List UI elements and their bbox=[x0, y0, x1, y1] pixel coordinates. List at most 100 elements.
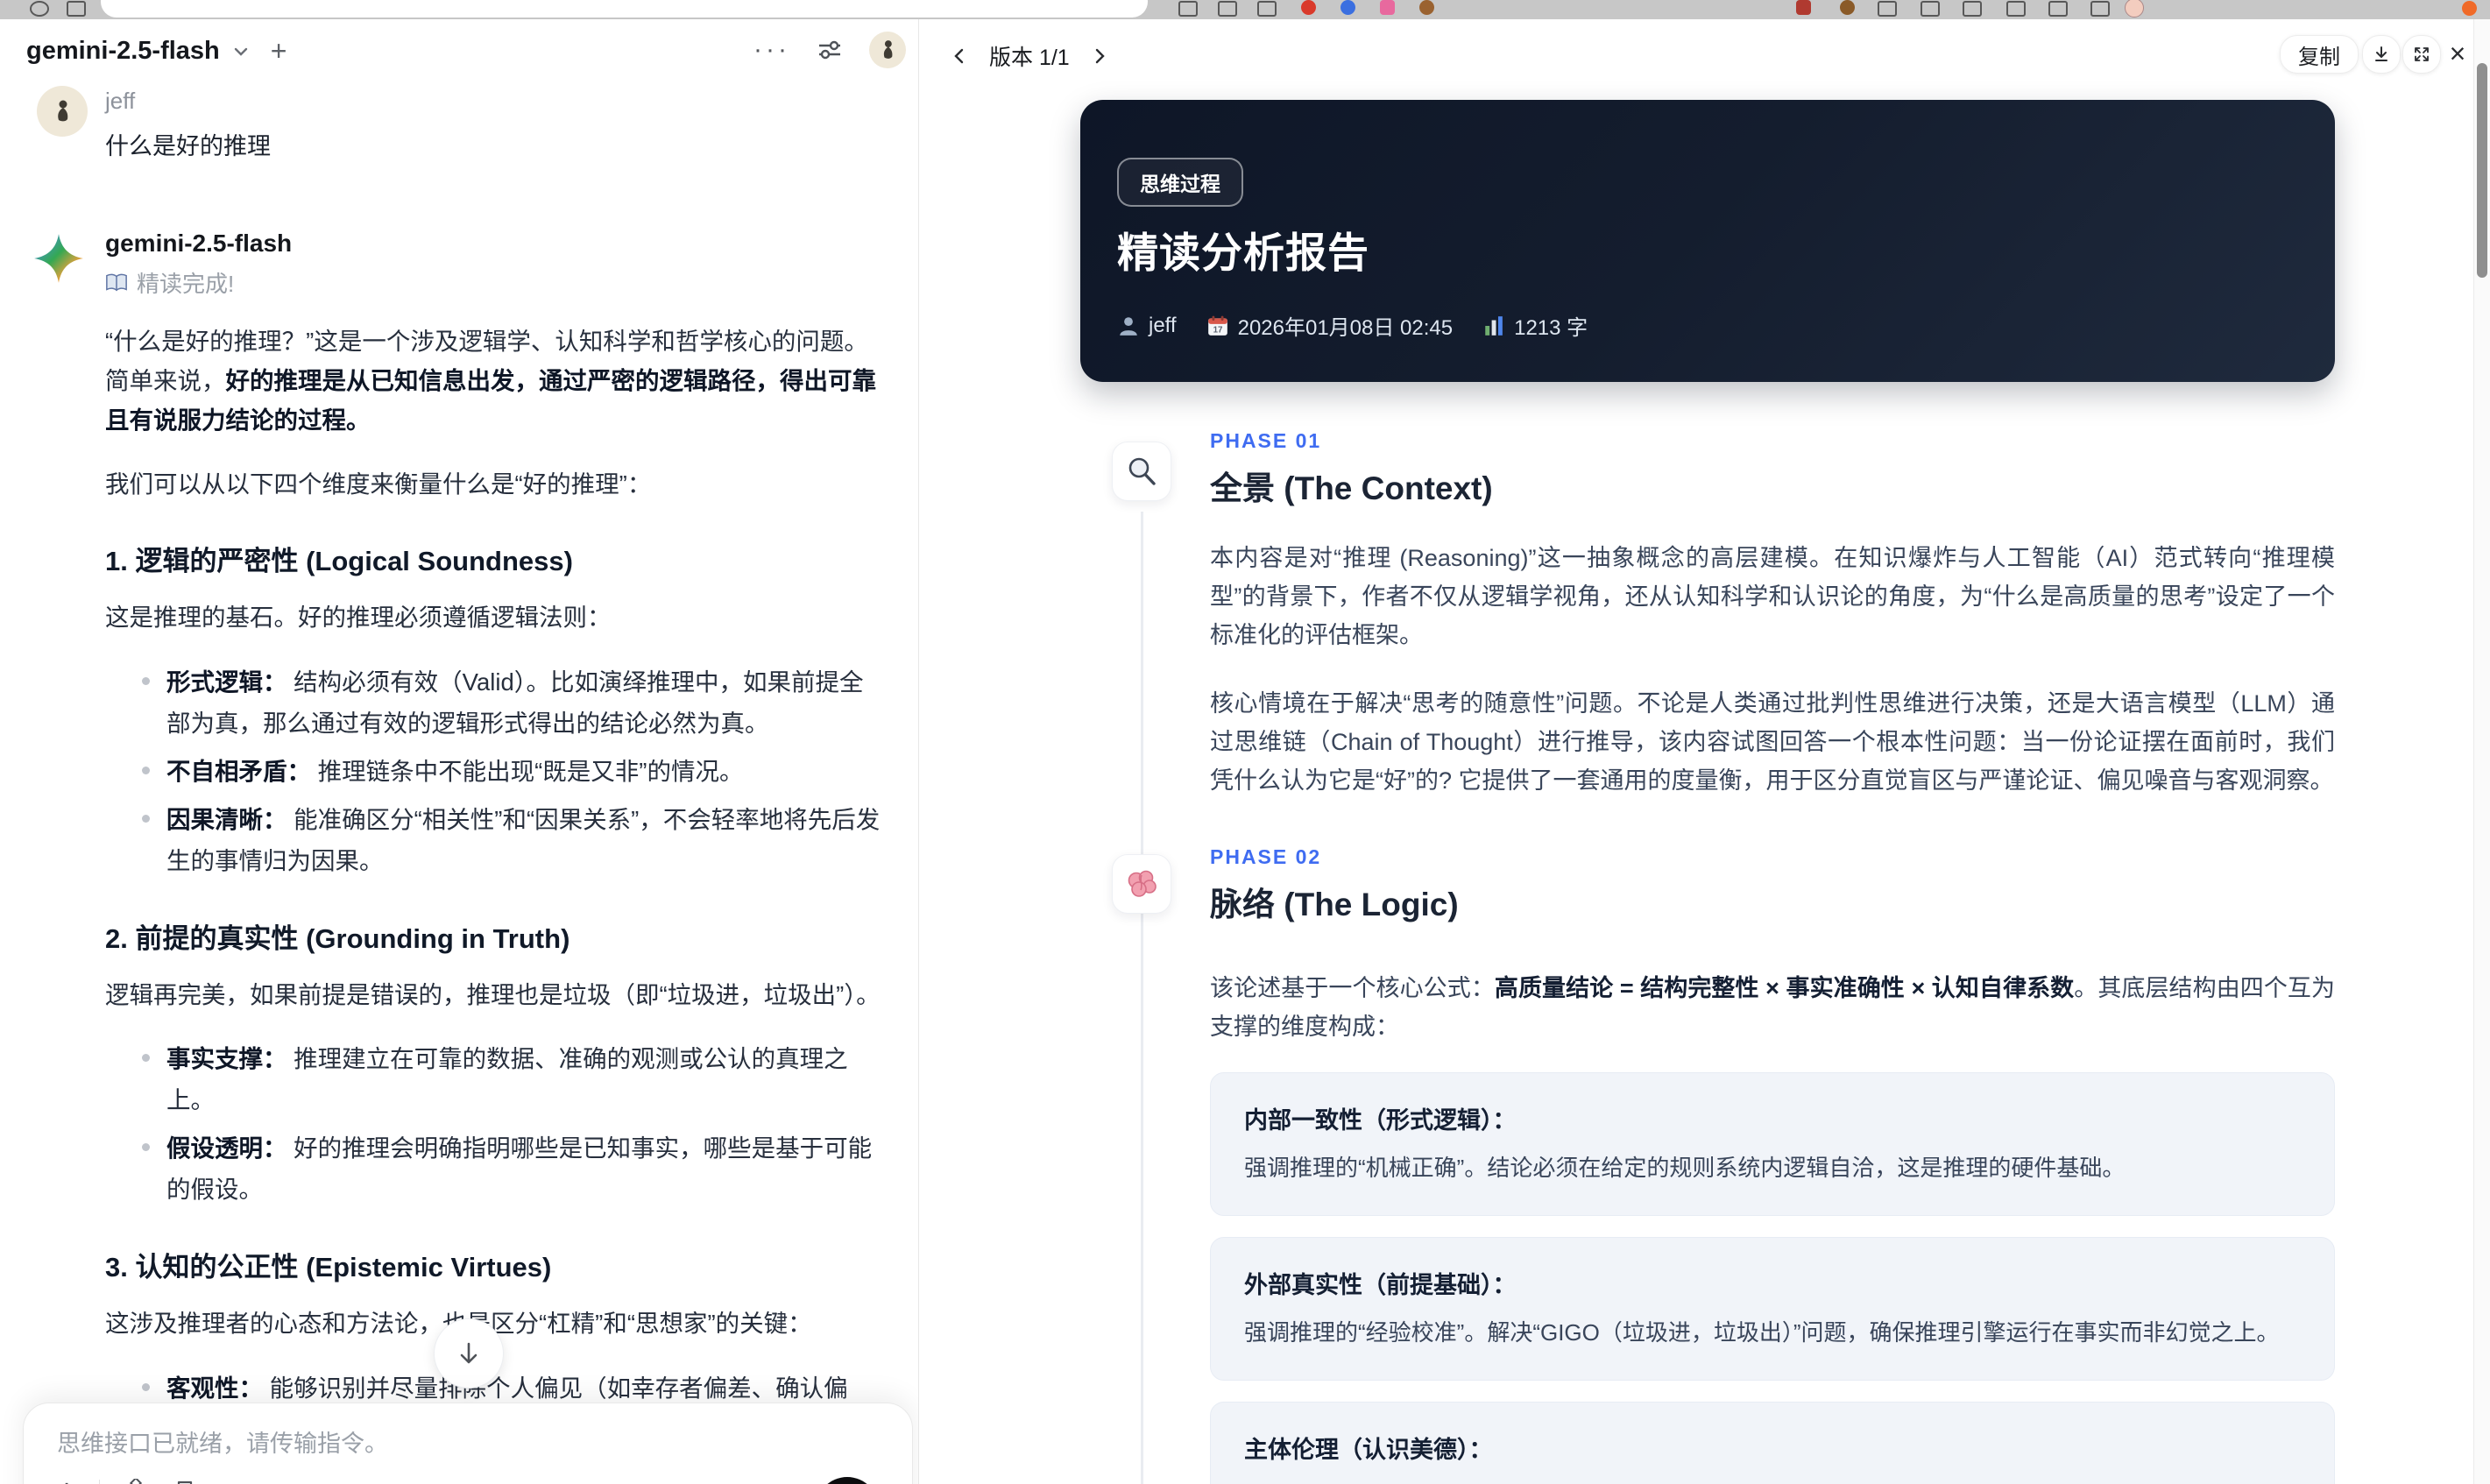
phase1-node bbox=[1112, 442, 1171, 501]
list-item: 形式逻辑： 结构必须有效（Valid）。比如演绎推理中，如果前提全部为真，那么通… bbox=[142, 661, 885, 744]
chevron-left-icon[interactable] bbox=[951, 47, 968, 65]
phase2-lead: 该论述基于一个核心公式：高质量结论 = 结构完整性 × 事实准确性 × 认知自律… bbox=[1210, 975, 2336, 1040]
chevron-down-icon[interactable] bbox=[232, 43, 250, 60]
assistant-message: gemini-2.5-flash 精读完成! “什么是好的推理？”这是一个涉及逻… bbox=[0, 230, 918, 1484]
list-item: 不自相矛盾： 推理链条中不能出现“既是又非”的情况。 bbox=[142, 751, 885, 792]
report-title: 精读分析报告 bbox=[1117, 230, 1369, 276]
extension-icon-circle[interactable] bbox=[1840, 0, 1855, 15]
attach-plus-button[interactable]: + bbox=[57, 1475, 76, 1484]
phase1-title: 全景 (The Context) bbox=[1210, 470, 1493, 506]
expand-button[interactable] bbox=[2402, 35, 2441, 74]
user-name: jeff bbox=[105, 88, 136, 114]
downloads-icon[interactable] bbox=[2006, 1, 2026, 17]
gemini-star-icon bbox=[33, 233, 84, 288]
bar-chart-icon bbox=[1485, 315, 1503, 336]
split-view-icon[interactable] bbox=[1921, 1, 1940, 17]
dimension-cards: 内部一致性（形式逻辑）： 强调推理的“机械正确”。结论必须在给定的规则系统内逻辑… bbox=[1210, 1072, 2335, 1484]
new-chat-button[interactable]: + bbox=[271, 35, 287, 67]
section-intro-2: 逻辑再完美，如果前提是错误的，推理也是垃圾（即“垃圾进，垃圾出”）。 bbox=[105, 980, 881, 1008]
section-heading-1: 1. 逻辑的严密性 (Logical Soundness) bbox=[105, 546, 573, 576]
bookmark-star-icon[interactable] bbox=[1257, 1, 1277, 17]
reading-list-icon[interactable] bbox=[1178, 1, 1198, 17]
settings-sliders-icon[interactable] bbox=[817, 37, 843, 63]
browser-profile-avatar[interactable] bbox=[2125, 0, 2144, 18]
report-document: 思维过程 精读分析报告 jeff 17 2026年01月08日 02:45 12… bbox=[1080, 100, 2335, 1484]
sidepanel-icon[interactable] bbox=[1963, 1, 1982, 17]
report-word-count: 1213 字 bbox=[1482, 310, 1588, 341]
dimension-card-1: 内部一致性（形式逻辑）： 强调推理的“机械正确”。结论必须在给定的规则系统内逻辑… bbox=[1210, 1072, 2335, 1216]
voice-input-button[interactable] bbox=[816, 1477, 879, 1484]
phase1-paragraph-2: 核心情境在于解决“思考的随意性”问题。不论是人类通过批判性思维进行决策，还是大语… bbox=[1210, 690, 2335, 794]
list-item: 假设透明： 好的推理会明确指明哪些是已知事实，哪些是基于可能的假设。 bbox=[142, 1127, 885, 1210]
tools-diamonds-icon[interactable] bbox=[123, 1479, 149, 1484]
svg-text:17: 17 bbox=[1213, 325, 1222, 335]
composer-divider bbox=[99, 1480, 101, 1484]
history-icon[interactable] bbox=[2048, 1, 2068, 17]
section-heading-3: 3. 认知的公正性 (Epistemic Virtues) bbox=[105, 1252, 552, 1283]
report-meta: jeff 17 2026年01月08日 02:45 1213 字 bbox=[1117, 310, 1588, 341]
section-list-1: 形式逻辑： 结构必须有效（Valid）。比如演绎推理中，如果前提全部为真，那么通… bbox=[105, 661, 885, 881]
model-selector[interactable]: gemini-2.5-flash bbox=[26, 37, 220, 66]
avatar-figure-icon bbox=[58, 100, 68, 122]
composer[interactable]: 思维接口已就绪，请传输指令。 + bbox=[23, 1403, 913, 1484]
arrow-down-icon bbox=[460, 1342, 477, 1364]
copy-button[interactable]: 复制 bbox=[2280, 35, 2359, 74]
phase1-paragraph-1: 本内容是对“推理 (Reasoning)”这一抽象概念的高层建模。在知识爆炸与人… bbox=[1210, 545, 2335, 648]
chat-scroll-area[interactable]: jeff 什么是好的推理 gemini-2.5-flash 精读完成! “什么是… bbox=[0, 82, 918, 1484]
brain-icon bbox=[1128, 870, 1157, 897]
apps-grid-icon[interactable] bbox=[67, 1, 86, 17]
person-icon bbox=[1120, 316, 1137, 336]
chat-panel: gemini-2.5-flash + ··· jeff 什么是好的推理 gemi… bbox=[0, 19, 919, 1484]
report-header-card: 思维过程 精读分析报告 jeff 17 2026年01月08日 02:45 12… bbox=[1080, 100, 2335, 382]
report-badge: 思维过程 bbox=[1117, 158, 1243, 207]
extension-icon-doc[interactable] bbox=[1796, 0, 1811, 15]
scrollbar-track[interactable] bbox=[2473, 19, 2490, 1484]
dimension-card-2: 外部真实性（前提基础）： 强调推理的“经验校准”。解决“GIGO（垃圾进，垃圾出… bbox=[1210, 1237, 2335, 1381]
extension-icon-blue[interactable] bbox=[1340, 0, 1355, 15]
phase2-title: 脉络 (The Logic) bbox=[1210, 887, 1459, 922]
download-button[interactable] bbox=[2362, 35, 2401, 74]
phase2-node bbox=[1112, 854, 1171, 914]
tab-grid-icon[interactable] bbox=[2090, 1, 2110, 17]
extension-icon-pink[interactable] bbox=[1380, 0, 1395, 15]
calendar-icon: 17 bbox=[1207, 315, 1227, 336]
close-panel-button[interactable]: × bbox=[2441, 37, 2474, 70]
list-item: 因果清晰： 能准确区分“相关性”和“因果关系”，不会轻率地将先后发生的事情归为因… bbox=[142, 799, 885, 881]
pen-extension-icon[interactable] bbox=[1218, 1, 1237, 17]
browser-corner-icon[interactable] bbox=[2462, 1, 2477, 16]
dimension-card-3: 主体伦理（认识美德）： 转向推理者的心理特征。引入奥卡姆剃刀和反向论证，旨在克服… bbox=[1210, 1402, 2335, 1484]
assistant-intro: “什么是好的推理？”这是一个涉及逻辑学、认知科学和哲学核心的问题。简单来说，好的… bbox=[105, 328, 876, 434]
version-label: 版本 1/1 bbox=[989, 46, 1070, 70]
browser-chrome bbox=[0, 0, 2490, 19]
report-datetime: 17 2026年01月08日 02:45 bbox=[1206, 310, 1453, 341]
list-item: 事实支撑： 推理建立在可靠的数据、准确的观测或公认的真理之上。 bbox=[142, 1038, 885, 1120]
chat-header: gemini-2.5-flash + ··· bbox=[0, 19, 918, 82]
user-message-text: 什么是好的推理 bbox=[105, 133, 271, 159]
chevron-right-icon[interactable] bbox=[1091, 47, 1108, 65]
assistant-status: 精读完成! bbox=[105, 266, 885, 299]
report-author: jeff bbox=[1117, 314, 1177, 338]
puzzle-extensions-icon[interactable] bbox=[1878, 1, 1897, 17]
browser-address-bar[interactable] bbox=[101, 0, 1148, 18]
version-nav: 版本 1/1 bbox=[951, 40, 1108, 72]
extension-icon-red[interactable] bbox=[1301, 0, 1316, 15]
magnifier-icon bbox=[1128, 457, 1156, 485]
composer-placeholder[interactable]: 思维接口已就绪，请传输指令。 bbox=[57, 1424, 388, 1459]
phase2-label: PHASE 02 bbox=[1210, 845, 1322, 868]
section-heading-2: 2. 前提的真实性 (Grounding in Truth) bbox=[105, 922, 570, 954]
user-message-avatar bbox=[37, 86, 88, 137]
more-options-icon[interactable]: ··· bbox=[753, 32, 790, 67]
user-avatar[interactable] bbox=[869, 32, 906, 68]
bookmark-icon[interactable] bbox=[172, 1479, 198, 1484]
artifact-panel: 版本 1/1 复制 × 思维过程 精读分析报告 jeff 17 2026年01月… bbox=[919, 19, 2474, 1484]
phase-section-1: PHASE 01 全景 (The Context) 本内容是对“推理 (Reas… bbox=[1080, 429, 2335, 800]
assistant-name: gemini-2.5-flash bbox=[105, 230, 293, 257]
scroll-to-bottom-button[interactable] bbox=[434, 1318, 504, 1389]
expand-icon bbox=[2415, 47, 2429, 61]
extension-icon-brown[interactable] bbox=[1419, 0, 1434, 15]
section-intro-1: 这是推理的基石。好的推理必须遵循逻辑法则： bbox=[105, 604, 612, 631]
reload-icon[interactable] bbox=[30, 1, 49, 17]
assistant-lead: 我们可以从以下四个维度来衡量什么是“好的推理”： bbox=[105, 470, 652, 498]
scrollbar-thumb[interactable] bbox=[2477, 63, 2487, 278]
user-message: jeff 什么是好的推理 bbox=[0, 82, 918, 161]
